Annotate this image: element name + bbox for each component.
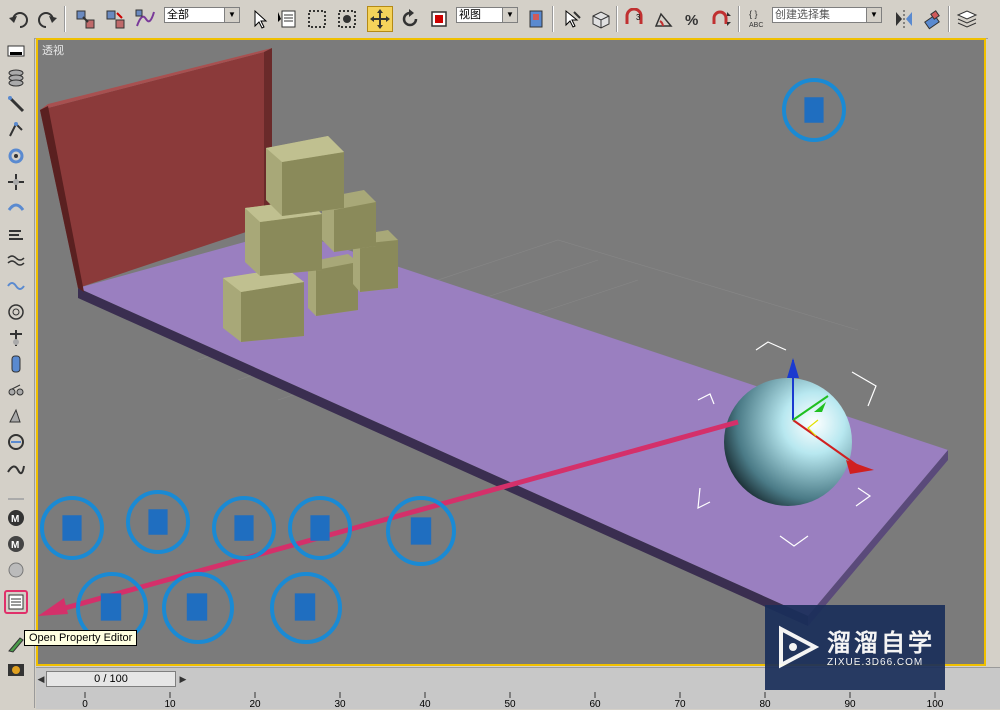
pivot-center-icon[interactable] <box>524 6 550 32</box>
angle-snap-icon[interactable] <box>651 6 677 32</box>
tooltip: Open Property Editor <box>24 630 138 646</box>
next-frame-button[interactable]: ▶ <box>178 671 188 687</box>
scale-icon[interactable] <box>426 6 452 32</box>
prev-frame-button[interactable]: ◀ <box>36 671 46 687</box>
modifier-icon[interactable] <box>4 118 28 142</box>
toolbar-separator <box>616 6 618 32</box>
left-toolbar: M M <box>0 38 35 708</box>
toolbar-separator <box>552 6 554 32</box>
edit-named-selection-icon[interactable]: { } ABC <box>744 6 770 32</box>
select-manipulate-icon[interactable] <box>558 6 584 32</box>
timeline-ruler[interactable]: 0 10 20 30 40 50 60 70 80 90 100 <box>36 690 1000 710</box>
gear-icon[interactable] <box>4 170 28 194</box>
chevron-down-icon: ▼ <box>502 8 517 22</box>
perspective-viewport[interactable]: 透视 <box>36 38 986 666</box>
scene-canvas <box>38 48 948 626</box>
frame-display: 0 / 100 <box>94 673 128 685</box>
reference-coord-value: 视图 <box>459 9 481 21</box>
skin-icon[interactable] <box>4 404 28 428</box>
undo-icon[interactable] <box>6 6 32 32</box>
select-by-name-icon[interactable] <box>274 6 300 32</box>
svg-text:ABC: ABC <box>749 22 763 29</box>
select-object-icon[interactable] <box>246 6 272 32</box>
tick-label: 60 <box>589 699 601 710</box>
watermark-logo-icon <box>779 625 819 669</box>
max-m-icon[interactable]: M <box>4 506 28 530</box>
svg-text:%: % <box>685 12 698 29</box>
tick-label: 0 <box>82 699 88 710</box>
snap-3d-icon[interactable]: 3 <box>621 6 647 32</box>
spline-icon[interactable] <box>4 456 28 480</box>
named-selection-value: 创建选择集 <box>775 9 830 21</box>
watermark: 溜溜自学 ZIXUE.3D66.COM <box>765 605 945 690</box>
sphere-icon[interactable] <box>4 558 28 582</box>
watermark-subtitle: ZIXUE.3D66.COM <box>827 657 924 668</box>
fill-icon[interactable] <box>4 482 28 506</box>
selection-filter-value: 全部 <box>167 9 189 21</box>
ripple-icon[interactable] <box>4 300 28 324</box>
move-icon[interactable] <box>367 6 393 32</box>
tick-label: 90 <box>844 699 856 710</box>
tick-label: 80 <box>759 699 771 710</box>
select-link-icon[interactable] <box>72 6 98 32</box>
tick-label: 100 <box>926 699 944 710</box>
sphere-object <box>724 378 852 506</box>
joint-icon[interactable] <box>4 352 28 376</box>
reference-coord-dropdown[interactable]: 视图 ▼ <box>456 7 518 23</box>
chevron-down-icon: ▼ <box>224 8 239 22</box>
spinner-snap-icon[interactable] <box>708 6 734 32</box>
main-toolbar: 全部 ▼ 视图 ▼ 3 % {} ABC 创建选择集 ▼ <box>0 0 1000 39</box>
tick-label: 70 <box>674 699 686 710</box>
render-icon[interactable] <box>4 658 28 682</box>
tick-label: 20 <box>249 699 261 710</box>
selection-filter-dropdown[interactable]: 全部 ▼ <box>164 7 240 23</box>
chevron-down-icon: ▼ <box>866 8 881 22</box>
window-crossing-icon[interactable] <box>334 6 360 32</box>
toolbar-separator <box>738 6 740 32</box>
right-scrollbar[interactable] <box>988 38 1000 666</box>
helper-icon[interactable] <box>4 196 28 220</box>
tick-label: 50 <box>504 699 516 710</box>
percent-snap-icon[interactable]: % <box>680 6 706 32</box>
layers-icon[interactable] <box>4 66 28 90</box>
named-selection-dropdown[interactable]: 创建选择集 ▼ <box>772 7 882 23</box>
rect-region-icon[interactable] <box>304 6 330 32</box>
mirror-icon[interactable] <box>891 6 917 32</box>
tick-label: 30 <box>334 699 346 710</box>
wave-icon[interactable] <box>4 274 28 298</box>
path-icon[interactable] <box>4 326 28 350</box>
property-editor-icon[interactable] <box>4 590 28 614</box>
display-icon[interactable] <box>4 40 28 64</box>
camera-icon[interactable] <box>4 378 28 402</box>
tick-label: 40 <box>419 699 431 710</box>
toolbar-separator <box>948 6 950 32</box>
toolbar-separator <box>64 6 66 32</box>
svg-text:{ }: { } <box>749 9 758 19</box>
tick-label: 10 <box>164 699 176 710</box>
redo-icon[interactable] <box>34 6 60 32</box>
time-slider[interactable]: 0 / 100 <box>46 671 176 687</box>
align-icon[interactable] <box>920 6 946 32</box>
hierarchy-icon[interactable] <box>4 144 28 168</box>
link-icon[interactable] <box>4 430 28 454</box>
rotate-icon[interactable] <box>397 6 423 32</box>
wind-icon[interactable] <box>4 222 28 246</box>
layer-manager-icon[interactable] <box>954 6 980 32</box>
bind-spacewarp-icon[interactable] <box>132 6 158 32</box>
spacewarp-icon[interactable] <box>4 92 28 116</box>
max-m2-icon[interactable]: M <box>4 532 28 556</box>
svg-text:M: M <box>11 514 19 525</box>
svg-text:M: M <box>11 540 19 551</box>
bend-icon[interactable] <box>4 248 28 272</box>
svg-text:3: 3 <box>636 13 641 22</box>
watermark-title: 溜溜自学 <box>827 630 935 657</box>
keyboard-shortcut-icon[interactable] <box>588 6 614 32</box>
unlink-icon[interactable] <box>102 6 128 32</box>
